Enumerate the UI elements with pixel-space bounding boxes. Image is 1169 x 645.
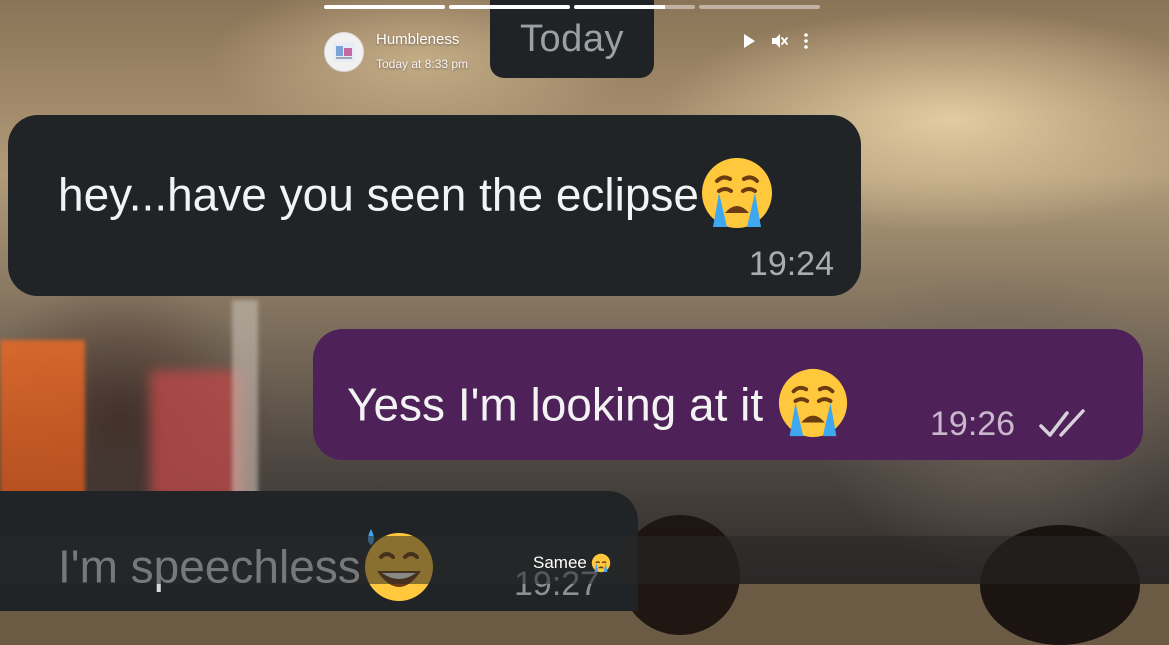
message-text: hey...have you seen the eclipse	[58, 168, 700, 221]
story-progress-segment	[449, 5, 570, 9]
play-button[interactable]	[739, 31, 759, 51]
more-vertical-icon	[804, 33, 808, 49]
sender-name[interactable]: Humbleness	[376, 31, 459, 48]
story-timestamp: Today at 8:33 pm	[376, 57, 469, 71]
message-timestamp: 19:24	[748, 245, 834, 283]
message-text-line: hey...have you seen the eclipse	[58, 155, 775, 242]
sender-avatar[interactable]	[324, 32, 364, 72]
story-caption: Samee	[533, 553, 611, 573]
story-progress-segment	[699, 5, 820, 9]
message-timestamp: 19:26	[930, 405, 1016, 443]
message-bubble-incoming: hey...have you seen the eclipse 19:24	[8, 115, 861, 296]
double-tick-read-icon	[1039, 409, 1085, 437]
message-bubble-outgoing: Yess I'm looking at it 19:26	[313, 329, 1143, 460]
date-chip: Today	[490, 0, 654, 78]
story-progress-segment	[324, 5, 445, 9]
crying-face-emoji-icon	[776, 366, 850, 451]
menu-button[interactable]	[796, 31, 816, 51]
mute-button[interactable]	[769, 31, 789, 51]
profile-picture-icon	[333, 42, 355, 62]
play-icon	[744, 34, 755, 48]
background-red-object	[150, 370, 245, 500]
story-progress-bar	[324, 5, 820, 9]
message-text-line: Yess I'm looking at it	[347, 366, 850, 451]
muted-speaker-icon	[772, 34, 788, 48]
story-progress-fill	[449, 5, 570, 9]
caption-text: Samee	[533, 553, 587, 572]
crying-face-emoji-icon	[591, 553, 611, 573]
story-progress-fill	[324, 5, 445, 9]
crying-face-emoji-icon	[699, 155, 775, 242]
story-progress-segment	[574, 5, 695, 9]
date-chip-label: Today	[520, 18, 624, 60]
message-text: Yess I'm looking at it	[347, 378, 764, 431]
story-progress-fill	[574, 5, 665, 9]
